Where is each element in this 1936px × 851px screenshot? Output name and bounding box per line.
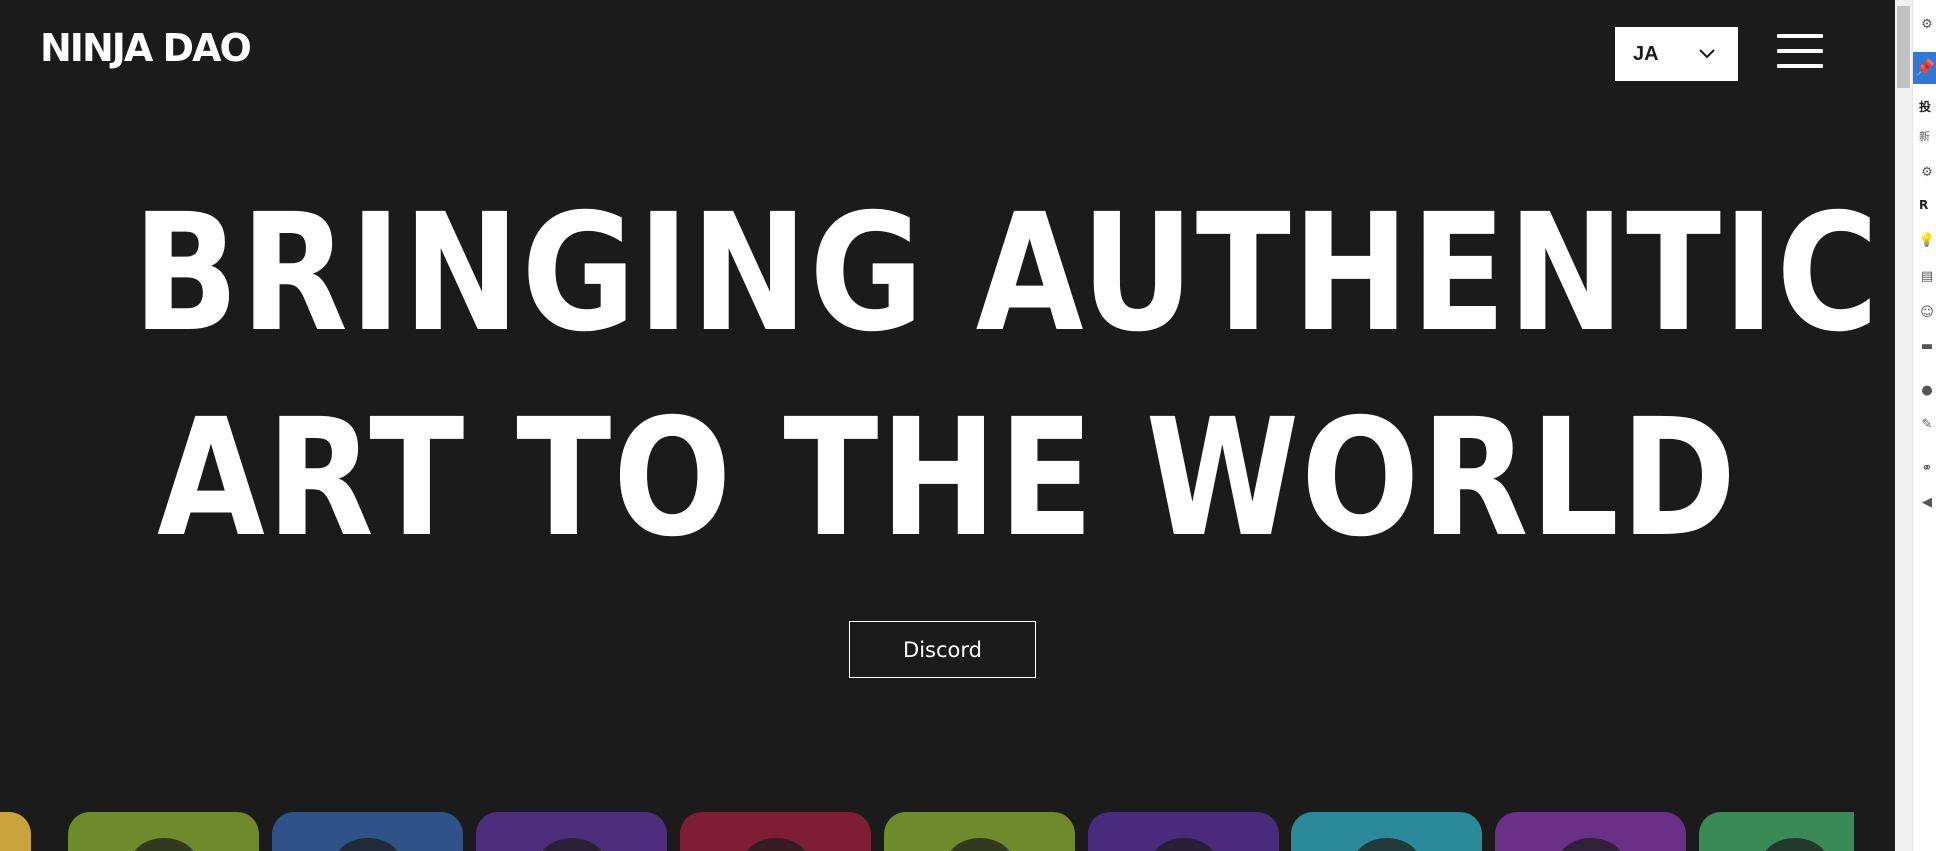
ninja-head-shape (338, 838, 398, 851)
ninja-card[interactable] (0, 812, 31, 851)
menu-icon-bar (1777, 34, 1823, 38)
hero-title: BRINGING AUTHENTIC JAPANESE ART TO THE W… (132, 172, 1895, 582)
language-select-value: JA (1633, 42, 1659, 65)
ninja-character-image (746, 838, 806, 851)
sidebar-user-icon[interactable]: ● (1917, 380, 1936, 400)
ninja-head-shape (1357, 838, 1417, 851)
ninja-card[interactable] (68, 812, 259, 851)
discord-button[interactable]: Discord (849, 621, 1036, 678)
sidebar-film-icon[interactable]: ▤ (1917, 266, 1936, 286)
ninja-head-shape (542, 838, 602, 851)
ninja-character-image (0, 812, 31, 851)
sidebar-wrench-icon[interactable]: ✎ (1917, 414, 1936, 434)
ninja-card[interactable] (476, 812, 667, 851)
ninja-card[interactable] (1088, 812, 1279, 851)
ninja-card[interactable] (1699, 812, 1854, 851)
menu-icon-bar (1777, 64, 1823, 68)
sidebar-comment-icon[interactable]: ▬ (1917, 336, 1936, 356)
ninja-card[interactable] (272, 812, 463, 851)
menu-icon-bar (1777, 49, 1823, 53)
sidebar-gears-icon[interactable]: ⚙ (1917, 162, 1936, 182)
ninja-character-image (134, 838, 194, 851)
chevron-down-icon (1699, 49, 1715, 59)
sidebar-label-3: R (1919, 198, 1929, 212)
sidebar-pin-icon[interactable]: 📌 (1913, 52, 1936, 84)
ninja-character-image (950, 838, 1010, 851)
sidebar-gear-icon[interactable]: ⚙ (1917, 14, 1936, 34)
sidebar-play-icon[interactable]: ◀ (1917, 492, 1936, 512)
ninja-character-image (1561, 838, 1621, 851)
ninja-dao-logo[interactable]: NINJA DAO (40, 28, 252, 68)
hero-title-line-1: BRINGING AUTHENTIC JAPANESE (132, 180, 1895, 368)
sidebar-link-icon[interactable]: ⚭ (1917, 458, 1936, 478)
ninja-character-image (1154, 838, 1214, 851)
ninja-head-shape (134, 838, 194, 851)
hero-title-line-2: ART TO THE WORLD (156, 385, 1739, 573)
menu-icon[interactable] (1777, 34, 1823, 68)
language-select[interactable]: JA (1615, 27, 1738, 81)
ninja-card[interactable] (1291, 812, 1482, 851)
browser-side-panel: ⚙ 📌 投 新 ⚙ R 💡 ▤ ☺ ▬ ● ✎ ⚭ ◀ (1912, 0, 1936, 851)
ninja-character-image (1765, 838, 1825, 851)
ninja-card[interactable] (1495, 812, 1686, 851)
sidebar-people-icon[interactable]: ☺ (1917, 302, 1936, 322)
sidebar-bulb-icon[interactable]: 💡 (1917, 230, 1936, 250)
ninja-character-image (542, 838, 602, 851)
page: NINJA DAO JA BRINGING AUTHENTIC JAPANESE… (0, 0, 1895, 851)
ninja-head-shape (950, 838, 1010, 851)
ninja-character-image (338, 838, 398, 851)
ninja-card[interactable] (884, 812, 1075, 851)
ninja-card[interactable] (680, 812, 871, 851)
ninja-head-shape (1154, 838, 1214, 851)
sidebar-label-1: 投 (1919, 100, 1932, 114)
scrollbar-thumb[interactable] (1897, 6, 1910, 88)
page-scrollbar[interactable] (1895, 0, 1912, 851)
ninja-card-carousel (0, 812, 1854, 851)
ninja-character-image (1357, 838, 1417, 851)
ninja-head-shape (1561, 838, 1621, 851)
sidebar-label-2: 新 (1919, 130, 1930, 143)
ninja-head-shape (746, 838, 806, 851)
ninja-head-shape (1765, 838, 1825, 851)
